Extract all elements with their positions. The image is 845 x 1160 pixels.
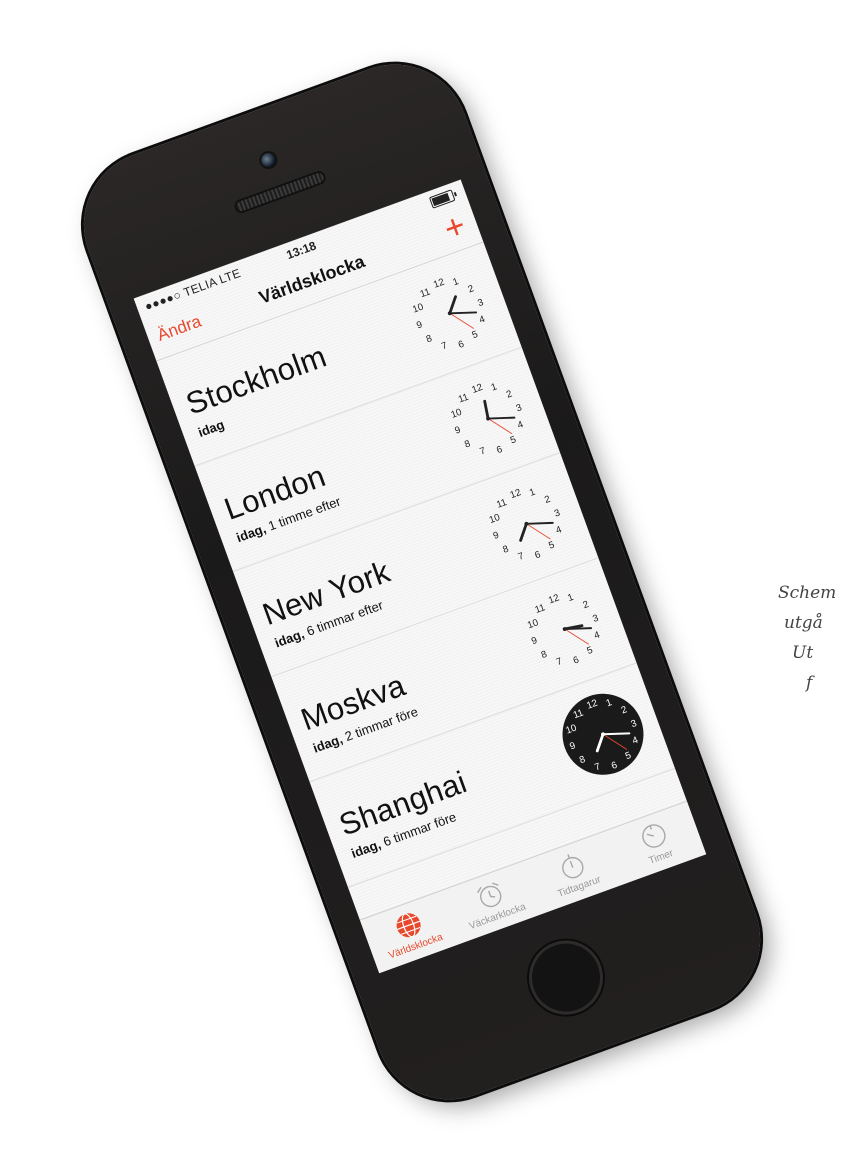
clock-numeral: 12 [547, 592, 561, 606]
clock-second-hand [449, 312, 474, 329]
side-caption: Schem utgå Ut f [778, 578, 845, 698]
analog-clock-icon: 123456789101112 [562, 693, 644, 775]
clock-numeral: 1 [451, 276, 460, 288]
clock-hour-hand [448, 295, 457, 315]
clock-numeral: 4 [516, 419, 525, 431]
clock-numeral: 7 [440, 340, 449, 352]
phone-screen: ●●●●○ TELIA LTE 13:18 Ändra Världsklocka… [133, 179, 707, 974]
city-day: idag [195, 416, 227, 440]
clock-numeral: 2 [505, 388, 514, 400]
clock-numeral: 7 [555, 656, 564, 668]
clock-numeral: 2 [467, 283, 476, 295]
clock-numeral: 9 [530, 635, 539, 647]
clock-numeral: 9 [453, 425, 462, 437]
clock-numeral: 8 [463, 438, 472, 450]
clock-numeral: 2 [543, 494, 552, 506]
clock-numeral: 12 [509, 487, 523, 501]
clock-minute-hand [563, 627, 593, 631]
clock-numeral: 9 [492, 530, 501, 542]
clock-numeral: 11 [419, 286, 432, 300]
clock-numeral: 7 [517, 551, 526, 563]
analog-clock-icon: 123456789101112 [526, 592, 602, 668]
clock-numeral: 10 [488, 512, 502, 526]
clock-numeral: 5 [509, 434, 518, 446]
clock-numeral: 12 [432, 277, 446, 291]
clock-numeral: 10 [449, 407, 463, 421]
side-caption-line: Schem [778, 583, 837, 603]
phone-device: ●●●●○ TELIA LTE 13:18 Ändra Världsklocka… [63, 43, 781, 1121]
clock-hour-hand [519, 522, 528, 542]
front-camera-icon [259, 151, 278, 170]
clock-numeral: 5 [471, 329, 480, 341]
city-name: Stockholm [181, 338, 332, 422]
clock-numeral: 10 [526, 617, 540, 631]
clock-numeral: 6 [533, 549, 542, 561]
clock-numeral: 5 [586, 645, 595, 657]
clock-minute-hand [487, 416, 516, 420]
clock-numeral: 4 [593, 629, 602, 641]
city-list: Stockholm idag 1 2 3 4 5 6 7 8 9 10 11 12 London id… [156, 242, 676, 888]
analog-clock-icon: 123456789101112 [449, 381, 525, 457]
clock-numeral: 6 [572, 654, 581, 666]
side-caption-line: Ut [792, 643, 814, 663]
city-offset: idag [196, 417, 226, 440]
clock-numeral: 9 [415, 319, 424, 331]
clock-minute-hand [525, 521, 554, 525]
side-caption-line: f [806, 673, 813, 693]
tab-timer[interactable]: Timer [605, 802, 706, 884]
clock-numeral: 10 [411, 302, 425, 316]
clock-second-hand [487, 418, 513, 435]
clock-numeral: 6 [495, 444, 504, 456]
clock-numeral: 11 [457, 392, 470, 406]
clock-numeral: 1 [566, 592, 575, 604]
clock-numeral: 12 [470, 382, 484, 396]
clock-numeral: 3 [515, 402, 524, 414]
clock-numeral: 3 [476, 297, 485, 309]
analog-clock-icon: 123456789101112 [488, 487, 564, 563]
clock-numeral: 11 [495, 497, 508, 511]
clock-numeral: 8 [425, 333, 434, 345]
clock-numeral: 3 [591, 613, 600, 625]
clock-hour-hand [483, 399, 490, 420]
clock-numeral: 11 [534, 602, 547, 616]
clock-numeral: 1 [528, 487, 537, 499]
clock-numeral: 8 [540, 649, 549, 661]
home-button[interactable] [518, 930, 614, 1026]
clock-second-hand [525, 523, 551, 540]
clock-numeral: 8 [501, 544, 510, 556]
earpiece-speaker [232, 169, 328, 216]
clock-numeral: 6 [457, 339, 466, 351]
side-caption-line: utgå [784, 613, 823, 633]
clock-numeral: 5 [547, 540, 556, 552]
clock-minute-hand [448, 311, 478, 315]
analog-clock-icon: 123456789101112 [411, 276, 487, 352]
clock-numeral: 4 [478, 314, 487, 326]
clock-numeral: 3 [553, 508, 562, 520]
clock-numeral: 7 [478, 445, 487, 457]
clock-numeral: 4 [554, 524, 563, 536]
clock-numeral: 2 [582, 599, 591, 611]
clock-numeral: 1 [490, 381, 499, 393]
